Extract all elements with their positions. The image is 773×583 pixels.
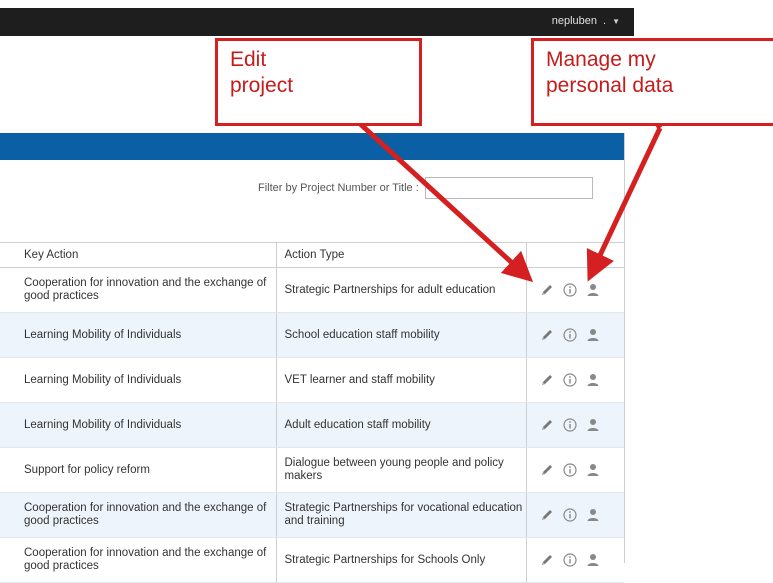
info-icon[interactable]	[562, 552, 578, 568]
manage-arrow	[586, 126, 663, 282]
manage-personal-data-callout: Manage my personal data	[531, 38, 773, 126]
edit-arrow	[343, 108, 534, 283]
callout-edit-line1: Edit	[230, 48, 267, 71]
person-icon[interactable]	[585, 552, 601, 568]
callout-manage-line2: personal data	[546, 74, 674, 97]
callout-edit-line2: project	[230, 74, 294, 97]
callout-manage-line1: Manage my	[546, 48, 656, 71]
pencil-icon[interactable]	[539, 552, 555, 568]
edit-project-callout: Edit project	[215, 38, 422, 126]
